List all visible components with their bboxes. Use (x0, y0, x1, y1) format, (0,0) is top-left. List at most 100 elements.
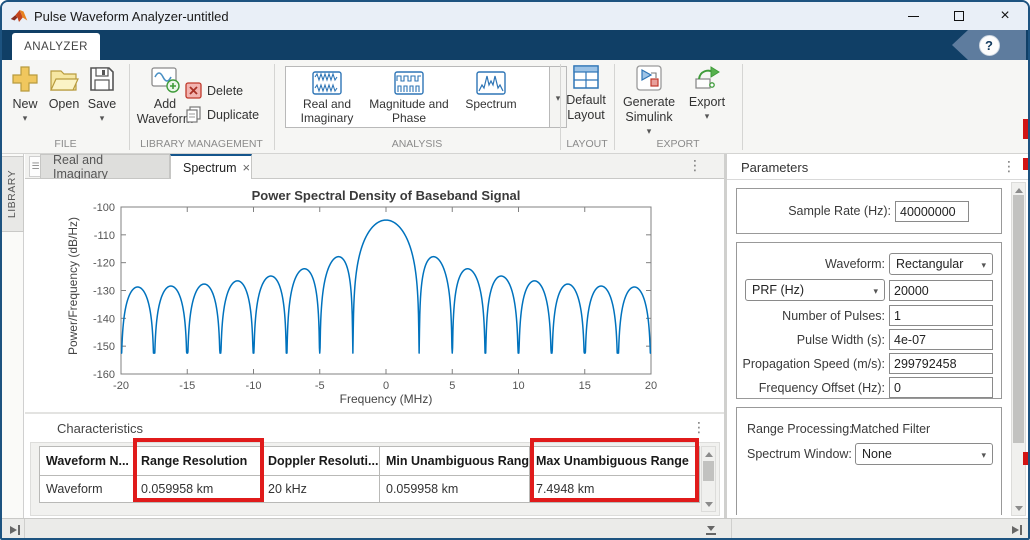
export-button[interactable]: Export ▾ (685, 64, 729, 121)
psd-chart-canvas[interactable]: -20-15-10-505101520-160-150-140-130-120-… (25, 179, 724, 412)
scroll-down-icon[interactable] (1012, 501, 1025, 515)
library-panel-tab[interactable]: LIBRARY (2, 156, 24, 232)
annotation-edge-mark (1023, 452, 1028, 465)
maximize-button[interactable] (936, 2, 982, 30)
waveform-dropdown[interactable]: Rectangular ▾ (889, 253, 993, 275)
status-strip (2, 518, 1028, 540)
prf-input[interactable] (889, 280, 993, 301)
maximize-icon (954, 11, 964, 21)
tab-close-icon[interactable]: × (243, 160, 251, 175)
left-rail: LIBRARY (2, 154, 24, 518)
section-divider (742, 64, 743, 150)
default-layout-icon (572, 64, 600, 90)
table-scrollbar-thumb[interactable] (703, 461, 714, 481)
parameters-panel: Parameters ⋮ Sample Rate (Hz): Waveform:… (727, 154, 1030, 518)
scroll-down-icon[interactable] (702, 497, 715, 511)
real-and-imaginary-label: Real and Imaginary (286, 97, 368, 125)
close-icon: × (1000, 8, 1009, 24)
waveform-label: Waveform: (825, 257, 885, 271)
duplicate-button[interactable]: Duplicate (185, 106, 259, 123)
range-processing-value: Matched Filter (851, 422, 930, 436)
characteristics-panel: Characteristics ⋮ Waveform N...Range Res… (25, 412, 724, 518)
generate-simulink-caret[interactable]: ▾ (647, 127, 652, 136)
tab-real-and-imaginary[interactable]: Real and Imaginary (40, 154, 170, 179)
open-button[interactable]: Open (46, 64, 82, 112)
scroll-up-icon[interactable] (702, 447, 715, 461)
tab-analyzer[interactable]: ANALYZER (12, 33, 100, 60)
column-header-3[interactable]: Min Unambiguous Range (380, 447, 530, 476)
expand-panel-right-icon[interactable] (1010, 523, 1024, 537)
characteristics-menu-icon[interactable]: ⋮ (692, 419, 706, 436)
tab-bar-menu-icon[interactable]: ⋮ (688, 157, 702, 174)
magnitude-and-phase-button[interactable]: Magnitude and Phase (368, 67, 450, 127)
svg-text:-160: -160 (93, 369, 115, 381)
parameters-scrollbar-thumb[interactable] (1013, 195, 1024, 443)
document-tab-bar: ☰ Real and Imaginary Spectrum × ⋮ (25, 154, 724, 179)
tab-real-and-imaginary-label: Real and Imaginary (53, 153, 157, 181)
ribbon-tab-strip: ANALYZER ? (2, 30, 1028, 60)
save-button[interactable]: Save ▾ (86, 64, 118, 123)
ribbon-toolbar: New ▾ Open Save ▾ FILE (2, 60, 1028, 154)
new-dropdown-caret[interactable]: ▾ (23, 114, 28, 123)
number-of-pulses-input[interactable] (889, 305, 993, 326)
close-button[interactable]: × (982, 2, 1028, 30)
new-label: New (12, 97, 37, 112)
delete-button[interactable]: Delete (185, 82, 243, 99)
export-caret[interactable]: ▾ (705, 112, 710, 121)
pulse-width-input[interactable] (889, 329, 993, 350)
duplicate-label: Duplicate (207, 108, 259, 122)
minimize-button[interactable] (890, 2, 936, 30)
parameters-menu-icon[interactable]: ⋮ (1002, 158, 1016, 175)
column-header-1[interactable]: Range Resolution (135, 447, 262, 476)
annotation-edge-mark (1023, 158, 1028, 170)
propagation-speed-input[interactable] (889, 353, 993, 374)
delete-label: Delete (207, 84, 243, 98)
column-header-2[interactable]: Doppler Resoluti... (262, 447, 380, 476)
default-layout-button[interactable]: Default Layout (558, 64, 614, 123)
expand-library-panel-icon[interactable] (8, 523, 22, 537)
spectrum-window-dropdown[interactable]: None ▾ (855, 443, 993, 465)
new-icon (10, 64, 40, 94)
parameters-scrollbar[interactable] (1011, 182, 1026, 516)
column-header-0[interactable]: Waveform N... (40, 447, 135, 476)
sample-rate-input[interactable] (895, 201, 969, 222)
prf-label: PRF (Hz) (752, 283, 804, 297)
svg-text:20: 20 (645, 380, 657, 392)
new-button[interactable]: New ▾ (8, 64, 42, 123)
svg-text:5: 5 (449, 380, 455, 392)
save-dropdown-caret[interactable]: ▾ (100, 114, 105, 123)
tab-spectrum-label: Spectrum (183, 161, 237, 175)
number-of-pulses-label: Number of Pulses: (782, 309, 885, 323)
delete-icon (185, 82, 202, 99)
characteristics-table[interactable]: Waveform N...Range ResolutionDoppler Res… (39, 446, 700, 503)
spectrum-button[interactable]: Spectrum (450, 67, 532, 127)
prf-dropdown[interactable]: PRF (Hz) ▾ (745, 279, 885, 301)
table-scrollbar[interactable] (701, 446, 716, 512)
svg-text:-110: -110 (94, 230, 115, 242)
table-cell[interactable]: 0.059958 km (380, 476, 530, 503)
table-cell[interactable]: Waveform (40, 476, 135, 503)
table-cell[interactable]: 20 kHz (262, 476, 380, 503)
column-header-4[interactable]: Max Unambiguous Range (530, 447, 700, 476)
strip-divider (24, 519, 25, 540)
open-icon (48, 64, 80, 94)
real-and-imaginary-button[interactable]: Real and Imaginary (286, 67, 368, 127)
tab-spectrum[interactable]: Spectrum × (170, 154, 252, 179)
real-and-imaginary-icon (312, 71, 342, 95)
section-label-layout: LAYOUT (560, 138, 614, 150)
table-cell[interactable]: 0.059958 km (135, 476, 262, 503)
generate-simulink-button[interactable]: Generate Simulink ▾ (617, 64, 681, 136)
collapse-panel-down-icon[interactable] (704, 523, 718, 537)
table-cell[interactable]: 7.4948 km (530, 476, 700, 503)
library-tab-label: LIBRARY (7, 170, 19, 218)
chevron-down-icon: ▾ (981, 451, 986, 460)
default-layout-label: Default Layout (558, 93, 614, 123)
chevron-down-icon: ▾ (873, 287, 878, 296)
minimize-icon (908, 16, 919, 17)
svg-text:0: 0 (383, 380, 389, 392)
help-button[interactable]: ? (979, 35, 1000, 56)
chevron-down-icon: ▾ (981, 261, 986, 270)
frequency-offset-input[interactable] (889, 377, 993, 398)
table-row[interactable]: Waveform0.059958 km20 kHz0.059958 km7.49… (40, 476, 700, 503)
spectrum-plot: Power Spectral Density of Baseband Signa… (25, 179, 724, 412)
